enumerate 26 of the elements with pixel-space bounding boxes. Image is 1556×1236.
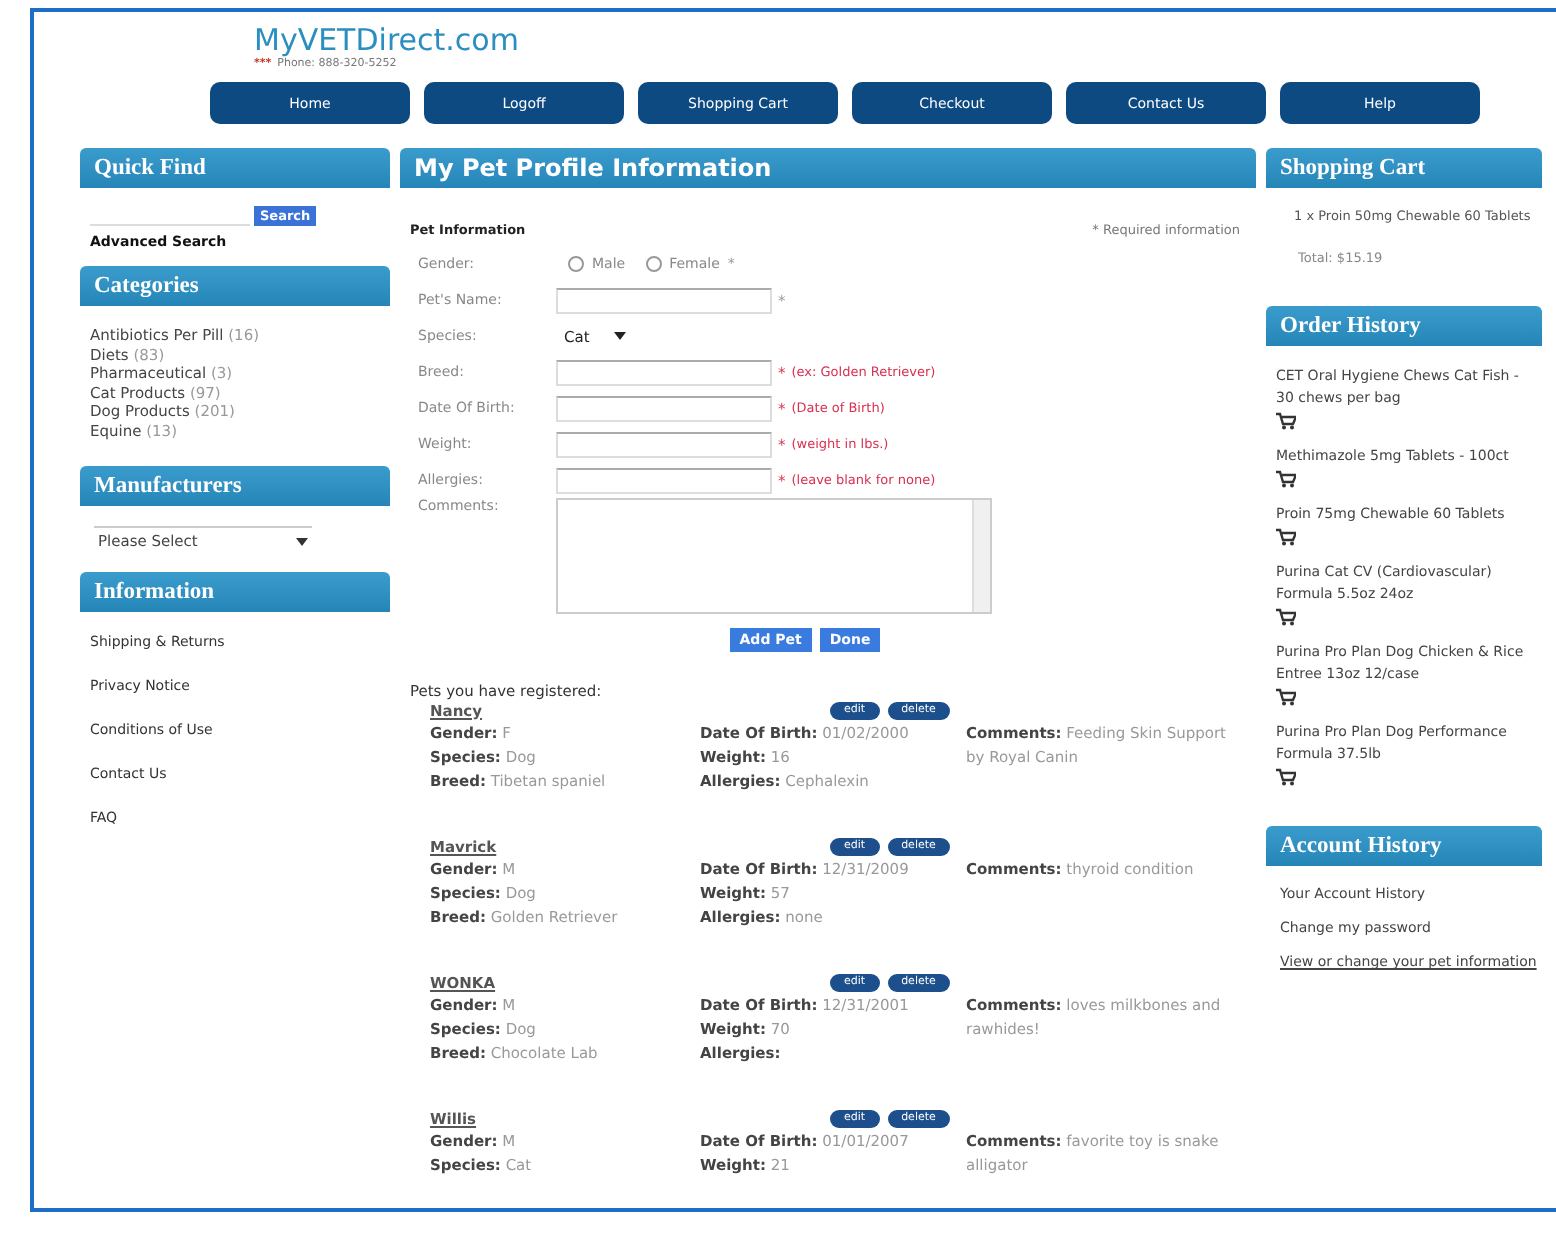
section-header: Account History xyxy=(1266,826,1542,866)
radio-button[interactable] xyxy=(568,256,584,272)
dropdown-icon xyxy=(296,537,308,545)
input-field[interactable] xyxy=(556,287,772,313)
section-header: Quick Find xyxy=(80,148,390,188)
cart-icon[interactable] xyxy=(1276,688,1296,706)
page-title: My Pet Profile Information xyxy=(400,148,1256,188)
section-header: Categories xyxy=(80,266,390,306)
section-header: Order History xyxy=(1266,306,1542,346)
cart-icon[interactable] xyxy=(1276,528,1296,546)
input-field[interactable] xyxy=(556,431,772,457)
cart-icon[interactable] xyxy=(1276,412,1296,430)
scrollbar[interactable] xyxy=(972,500,990,612)
input-field[interactable] xyxy=(556,467,772,493)
comments-field[interactable] xyxy=(556,498,992,614)
cart-icon[interactable] xyxy=(1276,608,1296,626)
input-field[interactable] xyxy=(556,395,772,421)
section-header: Manufacturers xyxy=(80,466,390,506)
cart-icon[interactable] xyxy=(1276,768,1296,786)
section-header: Information xyxy=(80,572,390,612)
radio-button[interactable] xyxy=(645,256,662,272)
input-field[interactable] xyxy=(556,359,772,385)
dropdown-icon xyxy=(613,332,626,340)
section-header: Shopping Cart xyxy=(1266,148,1542,188)
cart-icon[interactable] xyxy=(1276,470,1296,488)
site-logo[interactable]: MyVETDirect.com xyxy=(254,22,519,58)
